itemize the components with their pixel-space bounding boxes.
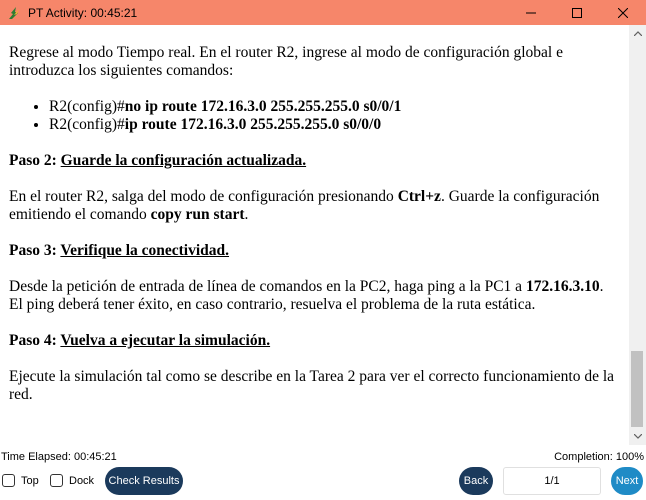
vertical-scrollbar[interactable] bbox=[629, 25, 646, 445]
maximize-icon bbox=[572, 7, 582, 18]
dock-checkbox[interactable]: Dock bbox=[50, 474, 94, 487]
step-3-heading: Paso 3: Verifique la conectividad. bbox=[9, 242, 617, 260]
step-2-heading: Paso 2: Guarde la configuración actualiz… bbox=[9, 152, 617, 170]
time-elapsed: Time Elapsed: 00:45:21 bbox=[1, 451, 117, 463]
text: Desde la petición de entrada de línea de… bbox=[9, 278, 526, 295]
title-bar: PT Activity: 00:45:21 bbox=[0, 0, 646, 25]
step-label: Paso 2: bbox=[9, 152, 61, 169]
chevron-up-icon bbox=[633, 31, 642, 36]
bottom-controls: Top Dock Check Results Back 1/1 Next bbox=[0, 466, 646, 496]
step-title: Vuelva a ejecutar la simulación. bbox=[60, 332, 271, 349]
command-text: copy run start bbox=[150, 206, 245, 223]
page-indicator[interactable]: 1/1 bbox=[503, 467, 601, 495]
command-prompt: R2(config)# bbox=[49, 116, 125, 133]
step-2-text: En el router R2, salga del modo de confi… bbox=[9, 188, 617, 224]
step-3-text: Desde la petición de entrada de línea de… bbox=[9, 278, 617, 314]
list-item: R2(config)#no ip route 172.16.3.0 255.25… bbox=[49, 98, 617, 116]
completion-status: Completion: 100% bbox=[554, 451, 644, 463]
dock-label: Dock bbox=[69, 474, 95, 487]
ip-address: 172.16.3.10 bbox=[525, 278, 600, 295]
checkbox-box[interactable] bbox=[50, 474, 63, 487]
scroll-thumb[interactable] bbox=[631, 351, 643, 427]
close-button[interactable] bbox=[600, 0, 646, 25]
text: . bbox=[244, 206, 249, 223]
list-item: R2(config)#ip route 172.16.3.0 255.255.2… bbox=[49, 116, 617, 134]
step-label: Paso 4: bbox=[9, 332, 61, 349]
next-button[interactable]: Next bbox=[611, 467, 643, 495]
command-text: ip route 172.16.3.0 255.255.255.0 s0/0/0 bbox=[124, 116, 382, 133]
scroll-down-button[interactable] bbox=[629, 428, 646, 445]
window-title: PT Activity: 00:45:21 bbox=[28, 5, 138, 20]
key-combo: Ctrl+z bbox=[397, 188, 441, 205]
text: En el router R2, salga del modo de confi… bbox=[9, 188, 398, 205]
top-checkbox[interactable]: Top bbox=[2, 474, 39, 487]
maximize-button[interactable] bbox=[554, 0, 600, 25]
chevron-down-icon bbox=[633, 434, 642, 439]
step-title: Guarde la configuración actualizada. bbox=[60, 152, 307, 169]
instructions-panel: Regrese al modo Tiempo real. En el route… bbox=[0, 25, 629, 445]
check-results-button[interactable]: Check Results bbox=[105, 467, 183, 495]
step-4-text: Ejecute la simulación tal como se descri… bbox=[9, 368, 615, 403]
step-title: Verifique la conectividad. bbox=[60, 242, 230, 259]
step-4-heading: Paso 4: Vuelva a ejecutar la simulación. bbox=[9, 332, 617, 350]
close-icon bbox=[618, 7, 628, 18]
step-label: Paso 3: bbox=[9, 242, 61, 259]
checkbox-box[interactable] bbox=[2, 474, 15, 487]
minimize-icon bbox=[526, 12, 536, 13]
scroll-up-button[interactable] bbox=[629, 25, 646, 42]
intro-text: Regrese al modo Tiempo real. En el route… bbox=[9, 44, 563, 79]
command-text: no ip route 172.16.3.0 255.255.255.0 s0/… bbox=[124, 98, 402, 115]
status-bar: Time Elapsed: 00:45:21 Completion: 100% bbox=[0, 449, 646, 465]
top-label: Top bbox=[21, 474, 39, 487]
back-button[interactable]: Back bbox=[459, 467, 493, 495]
command-list: R2(config)#no ip route 172.16.3.0 255.25… bbox=[49, 98, 617, 134]
packet-tracer-icon bbox=[9, 6, 19, 19]
minimize-button[interactable] bbox=[508, 0, 554, 25]
command-prompt: R2(config)# bbox=[49, 98, 125, 115]
